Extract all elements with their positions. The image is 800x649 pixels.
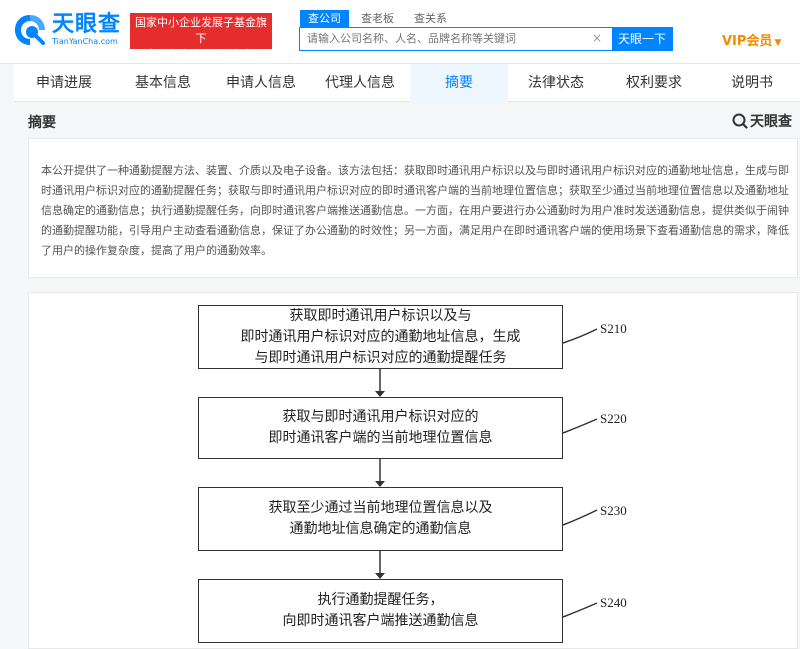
search-button[interactable]: 天眼一下 (612, 28, 672, 50)
badge-line-2: 官方备案企业征信机构 (146, 48, 256, 61)
tab-legal-status[interactable]: 法律状态 (508, 64, 604, 102)
clear-icon[interactable]: × (592, 31, 602, 45)
flow-step-s220: 获取与即时通讯用户标识对应的 即时通讯客户端的当前地理位置信息 (198, 397, 563, 459)
search-box: × 天眼一下 (299, 27, 673, 51)
search-tab-relation[interactable]: 查关系 (406, 10, 455, 27)
watermark-label: 天眼查 (750, 114, 792, 130)
official-badge: 国家中小企业发展子基金旗下 官方备案企业征信机构 (130, 13, 272, 61)
patent-section-tabs: 申请进展 基本信息 申请人信息 代理人信息 摘要 法律状态 权利要求 说明书 (14, 64, 800, 102)
step-line: 向即时通讯客户端推送通勤信息 (282, 613, 479, 629)
tab-specification[interactable]: 说明书 (704, 64, 800, 102)
step-line: 即时通讯客户端的当前地理位置信息 (268, 430, 493, 446)
top-header: 天眼查 TianYanCha.com 国家中小企业发展子基金旗下 官方备案企业征… (0, 0, 800, 64)
abstract-figure: 获取即时通讯用户标识以及与 即时通讯用户标识对应的通勤地址信息，生成 与即时通讯… (28, 292, 798, 649)
abstract-text: 本公开提供了一种通勤提醒方法、装置、介质以及电子设备。该方法包括：获取即时通讯用… (28, 138, 798, 278)
tab-claims[interactable]: 权利要求 (604, 64, 704, 102)
step-label-s210: S210 (600, 321, 627, 336)
step-label-s220: S220 (600, 411, 627, 426)
tab-agent-info[interactable]: 代理人信息 (310, 64, 410, 102)
step-line: 通勤地址信息确定的通勤信息 (289, 521, 472, 537)
step-line: 获取与即时通讯用户标识对应的 (282, 409, 479, 425)
step-label-s240: S240 (600, 595, 627, 610)
flow-step-s240: 执行通勤提醒任务， 向即时通讯客户端推送通勤信息 (198, 579, 563, 643)
step-line: 执行通勤提醒任务， (317, 592, 444, 608)
watermark: 天眼查 (732, 111, 792, 131)
flow-step-s230: 获取至少通过当前地理位置信息以及 通勤地址信息确定的通勤信息 (198, 487, 563, 551)
vip-menu[interactable]: VIP会员 ▼ (722, 30, 781, 49)
vip-label: VIP会员 (722, 34, 773, 49)
tab-application-progress[interactable]: 申请进展 (14, 64, 114, 102)
tab-abstract[interactable]: 摘要 (410, 64, 508, 102)
search-type-tabs: 查公司 查老板 查关系 (300, 10, 459, 27)
section-title: 摘要 (28, 115, 56, 131)
tianyancha-watermark-icon (732, 113, 748, 129)
search-input[interactable] (300, 28, 612, 50)
logo-domain: TianYanCha.com (52, 37, 118, 46)
tab-applicant-info[interactable]: 申请人信息 (212, 64, 310, 102)
step-label-s230: S230 (600, 503, 627, 518)
logo[interactable]: 天眼查 TianYanCha.com (12, 12, 121, 48)
step-line: 与即时通讯用户标识对应的通勤提醒任务 (254, 350, 507, 366)
logo-title: 天眼查 (52, 12, 122, 37)
step-line: 即时通讯用户标识对应的通勤地址信息，生成 (240, 329, 521, 345)
tianyancha-logo-icon (12, 12, 48, 48)
tab-basic-info[interactable]: 基本信息 (114, 64, 212, 102)
search-tab-boss[interactable]: 查老板 (353, 10, 402, 27)
step-line: 获取至少通过当前地理位置信息以及 (268, 500, 493, 516)
flow-step-s210: 获取即时通讯用户标识以及与 即时通讯用户标识对应的通勤地址信息，生成 与即时通讯… (198, 305, 563, 369)
search-tab-company[interactable]: 查公司 (300, 10, 349, 27)
step-line: 获取即时通讯用户标识以及与 (289, 308, 472, 324)
chevron-down-icon: ▼ (774, 38, 782, 48)
badge-line-1: 国家中小企业发展子基金旗下 (135, 16, 267, 45)
